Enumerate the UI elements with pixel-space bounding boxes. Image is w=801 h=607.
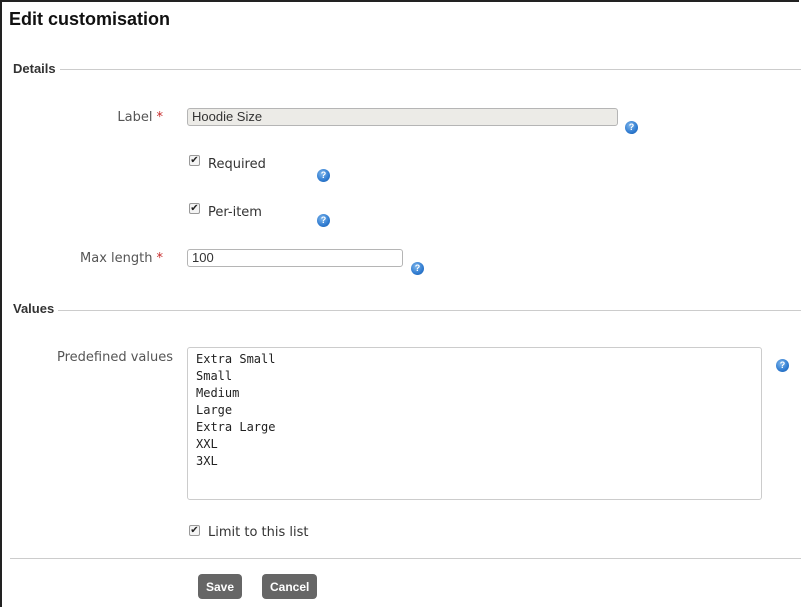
limit-to-list-checkbox[interactable]: ✔: [189, 525, 200, 536]
required-marker: *: [156, 110, 164, 125]
required-marker: *: [156, 251, 164, 266]
save-button[interactable]: Save: [198, 574, 243, 599]
values-fieldset-border: [10, 310, 801, 311]
page-title: Edit customisation: [9, 9, 171, 29]
predefined-value-line: Small: [196, 369, 233, 383]
dialog-frame: [0, 0, 799, 607]
help-icon[interactable]: ?: [317, 214, 330, 227]
cancel-button[interactable]: Cancel: [262, 574, 318, 599]
limit-to-list-label: Limit to this list: [208, 525, 309, 540]
per-item-checkbox[interactable]: ✔: [189, 203, 200, 214]
predefined-values-textarea[interactable]: Extra Small Small Medium Large Extra Lar…: [187, 347, 762, 500]
predefined-value-line: Large: [196, 403, 233, 417]
predefined-value-line: Extra Large: [196, 420, 276, 434]
label-field-label: Label *: [3, 110, 163, 125]
required-checkbox[interactable]: ✔: [189, 155, 200, 166]
details-legend: Details: [10, 61, 60, 76]
max-length-field-label: Max length *: [3, 251, 163, 266]
label-input-value: Hoodie Size: [192, 109, 263, 124]
required-checkbox-label: Required: [208, 157, 266, 172]
max-length-input[interactable]: 100: [187, 249, 403, 267]
predefined-value-line: Medium: [196, 386, 240, 400]
help-icon[interactable]: ?: [776, 359, 789, 372]
actions-divider: [10, 558, 801, 559]
predefined-value-line: Extra Small: [196, 352, 276, 366]
predefined-value-line: XXL: [196, 437, 218, 451]
per-item-checkbox-label: Per-item: [208, 205, 262, 220]
label-field-label-text: Label: [117, 110, 153, 125]
predefined-value-line: 3XL: [196, 454, 218, 468]
help-icon[interactable]: ?: [625, 121, 638, 134]
max-length-input-value: 100: [192, 250, 214, 265]
label-input[interactable]: Hoodie Size: [187, 108, 618, 126]
help-icon[interactable]: ?: [317, 169, 330, 182]
details-fieldset-border: [10, 69, 801, 70]
help-icon[interactable]: ?: [411, 262, 424, 275]
predefined-values-label: Predefined values: [56, 350, 173, 365]
values-legend: Values: [10, 301, 59, 316]
max-length-label-text: Max length: [80, 251, 153, 266]
